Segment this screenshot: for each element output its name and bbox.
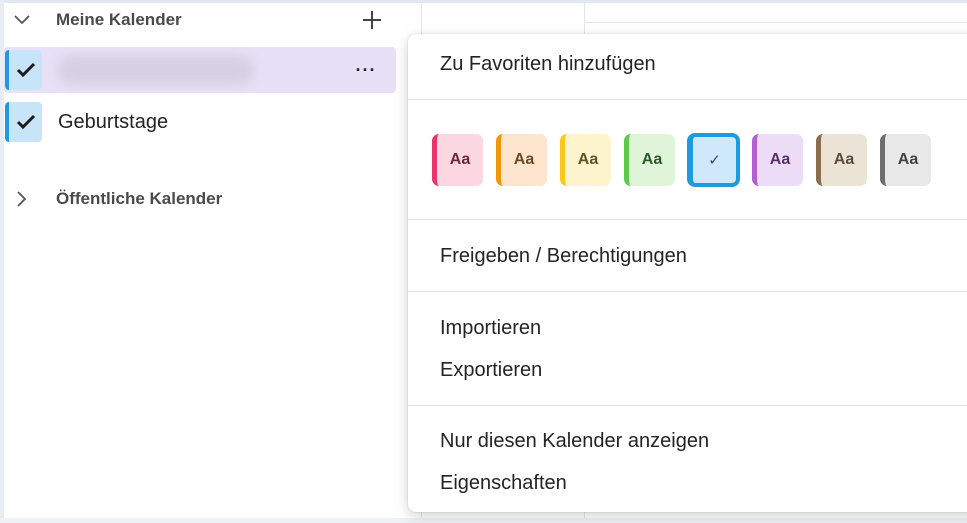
menu-share-permissions[interactable]: Freigeben / Berechtigungen xyxy=(440,240,687,272)
calendar-app: Meine Kalender ··· Geburtstage Öffentlic… xyxy=(0,0,967,523)
color-swatch-selected[interactable]: ✓ xyxy=(688,134,739,186)
menu-divider xyxy=(408,405,967,406)
calendar-item[interactable]: ··· xyxy=(4,47,396,93)
more-options-button[interactable]: ··· xyxy=(352,56,380,84)
menu-import[interactable]: Importieren xyxy=(440,312,541,344)
menu-export[interactable]: Exportieren xyxy=(440,354,542,386)
bottom-border xyxy=(0,518,967,523)
color-swatch[interactable]: Aa xyxy=(880,134,931,186)
calendar-checkbox[interactable] xyxy=(5,50,42,90)
my-calendars-title: Meine Kalender xyxy=(56,10,182,29)
menu-divider xyxy=(408,99,967,100)
calendar-context-menu: Zu Favoriten hinzufügen Aa Aa Aa Aa ✓ Aa Aa Aa … xyxy=(408,34,967,512)
menu-properties[interactable]: Eigenschaften xyxy=(440,467,567,499)
calendar-item[interactable]: Geburtstage xyxy=(4,99,396,145)
plus-icon xyxy=(363,11,381,29)
color-swatch[interactable]: Aa xyxy=(560,134,611,186)
public-calendars-header[interactable]: Öffentliche Kalender xyxy=(10,182,400,216)
menu-show-only-this[interactable]: Nur diesen Kalender anzeigen xyxy=(440,425,709,457)
menu-divider xyxy=(408,291,967,292)
my-calendars-header[interactable]: Meine Kalender xyxy=(10,3,400,37)
grid-line xyxy=(585,22,967,23)
color-swatch[interactable]: Aa xyxy=(816,134,867,186)
color-swatch[interactable]: Aa xyxy=(432,134,483,186)
chevron-down-icon[interactable] xyxy=(10,8,34,32)
calendar-name: Geburtstage xyxy=(58,110,169,133)
calendar-name xyxy=(58,55,254,85)
add-calendar-button[interactable] xyxy=(358,6,386,34)
public-calendars-title: Öffentliche Kalender xyxy=(56,189,223,208)
calendar-checkbox[interactable] xyxy=(5,102,42,142)
checkmark-icon xyxy=(16,62,35,78)
menu-add-favorites[interactable]: Zu Favoriten hinzufügen xyxy=(440,48,656,80)
color-swatch[interactable]: Aa xyxy=(752,134,803,186)
menu-divider xyxy=(408,219,967,220)
checkmark-icon xyxy=(16,114,35,130)
color-swatch[interactable]: Aa xyxy=(496,134,547,186)
chevron-right-icon[interactable] xyxy=(10,187,34,211)
color-swatch[interactable]: Aa xyxy=(624,134,675,186)
